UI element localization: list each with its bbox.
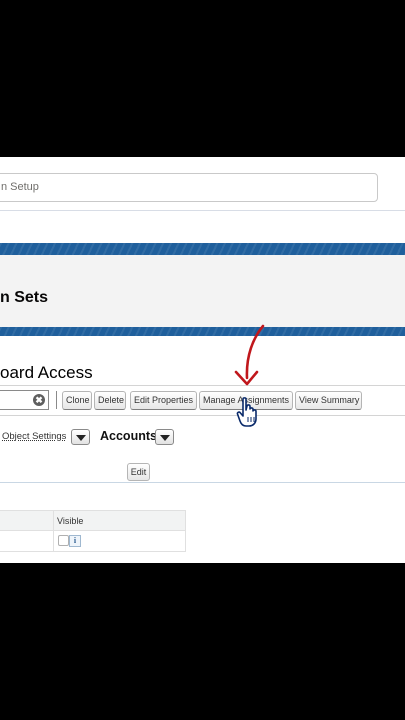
- page-title: n Sets: [0, 289, 49, 306]
- find-settings-input[interactable]: ✖: [0, 390, 49, 410]
- field-permissions-table: Visible i: [0, 510, 186, 552]
- screen-frame: n Setup n Sets oard Access ✖ Clone Delet…: [0, 157, 405, 563]
- permission-set-toolbar: ✖ Clone Delete Edit Properties Manage As…: [0, 385, 405, 416]
- visible-checkbox[interactable]: [58, 535, 69, 546]
- page-header: n Sets: [0, 255, 405, 327]
- chevron-down-icon[interactable]: [155, 429, 174, 445]
- setup-search-input[interactable]: n Setup: [0, 173, 378, 202]
- object-settings-row: Object Settings Accounts: [0, 427, 405, 449]
- object-settings-link[interactable]: Object Settings: [2, 431, 66, 442]
- section-divider: [0, 482, 405, 483]
- edit-button[interactable]: Edit: [127, 463, 150, 481]
- clear-icon[interactable]: ✖: [33, 394, 45, 406]
- table-row: i: [0, 531, 185, 551]
- section-title: oard Access: [0, 363, 93, 382]
- edit-properties-button[interactable]: Edit Properties: [130, 391, 197, 410]
- toolbar-separator: [56, 391, 57, 409]
- visible-column-header: Visible: [53, 511, 83, 531]
- selected-object-label: Accounts: [100, 429, 157, 443]
- clone-button[interactable]: Clone: [62, 391, 92, 410]
- header-banner-bottom: [0, 327, 405, 336]
- manage-assignments-button[interactable]: Manage Assignments: [199, 391, 293, 410]
- view-summary-button[interactable]: View Summary: [295, 391, 362, 410]
- delete-button[interactable]: Delete: [94, 391, 126, 410]
- table-header-row: Visible: [0, 511, 185, 531]
- header-banner-top: [0, 243, 405, 255]
- search-placeholder: n Setup: [1, 181, 39, 193]
- setup-header: n Setup: [0, 157, 405, 211]
- visible-cell: i: [53, 531, 187, 551]
- info-icon[interactable]: i: [69, 535, 81, 547]
- chevron-down-icon[interactable]: [71, 429, 90, 445]
